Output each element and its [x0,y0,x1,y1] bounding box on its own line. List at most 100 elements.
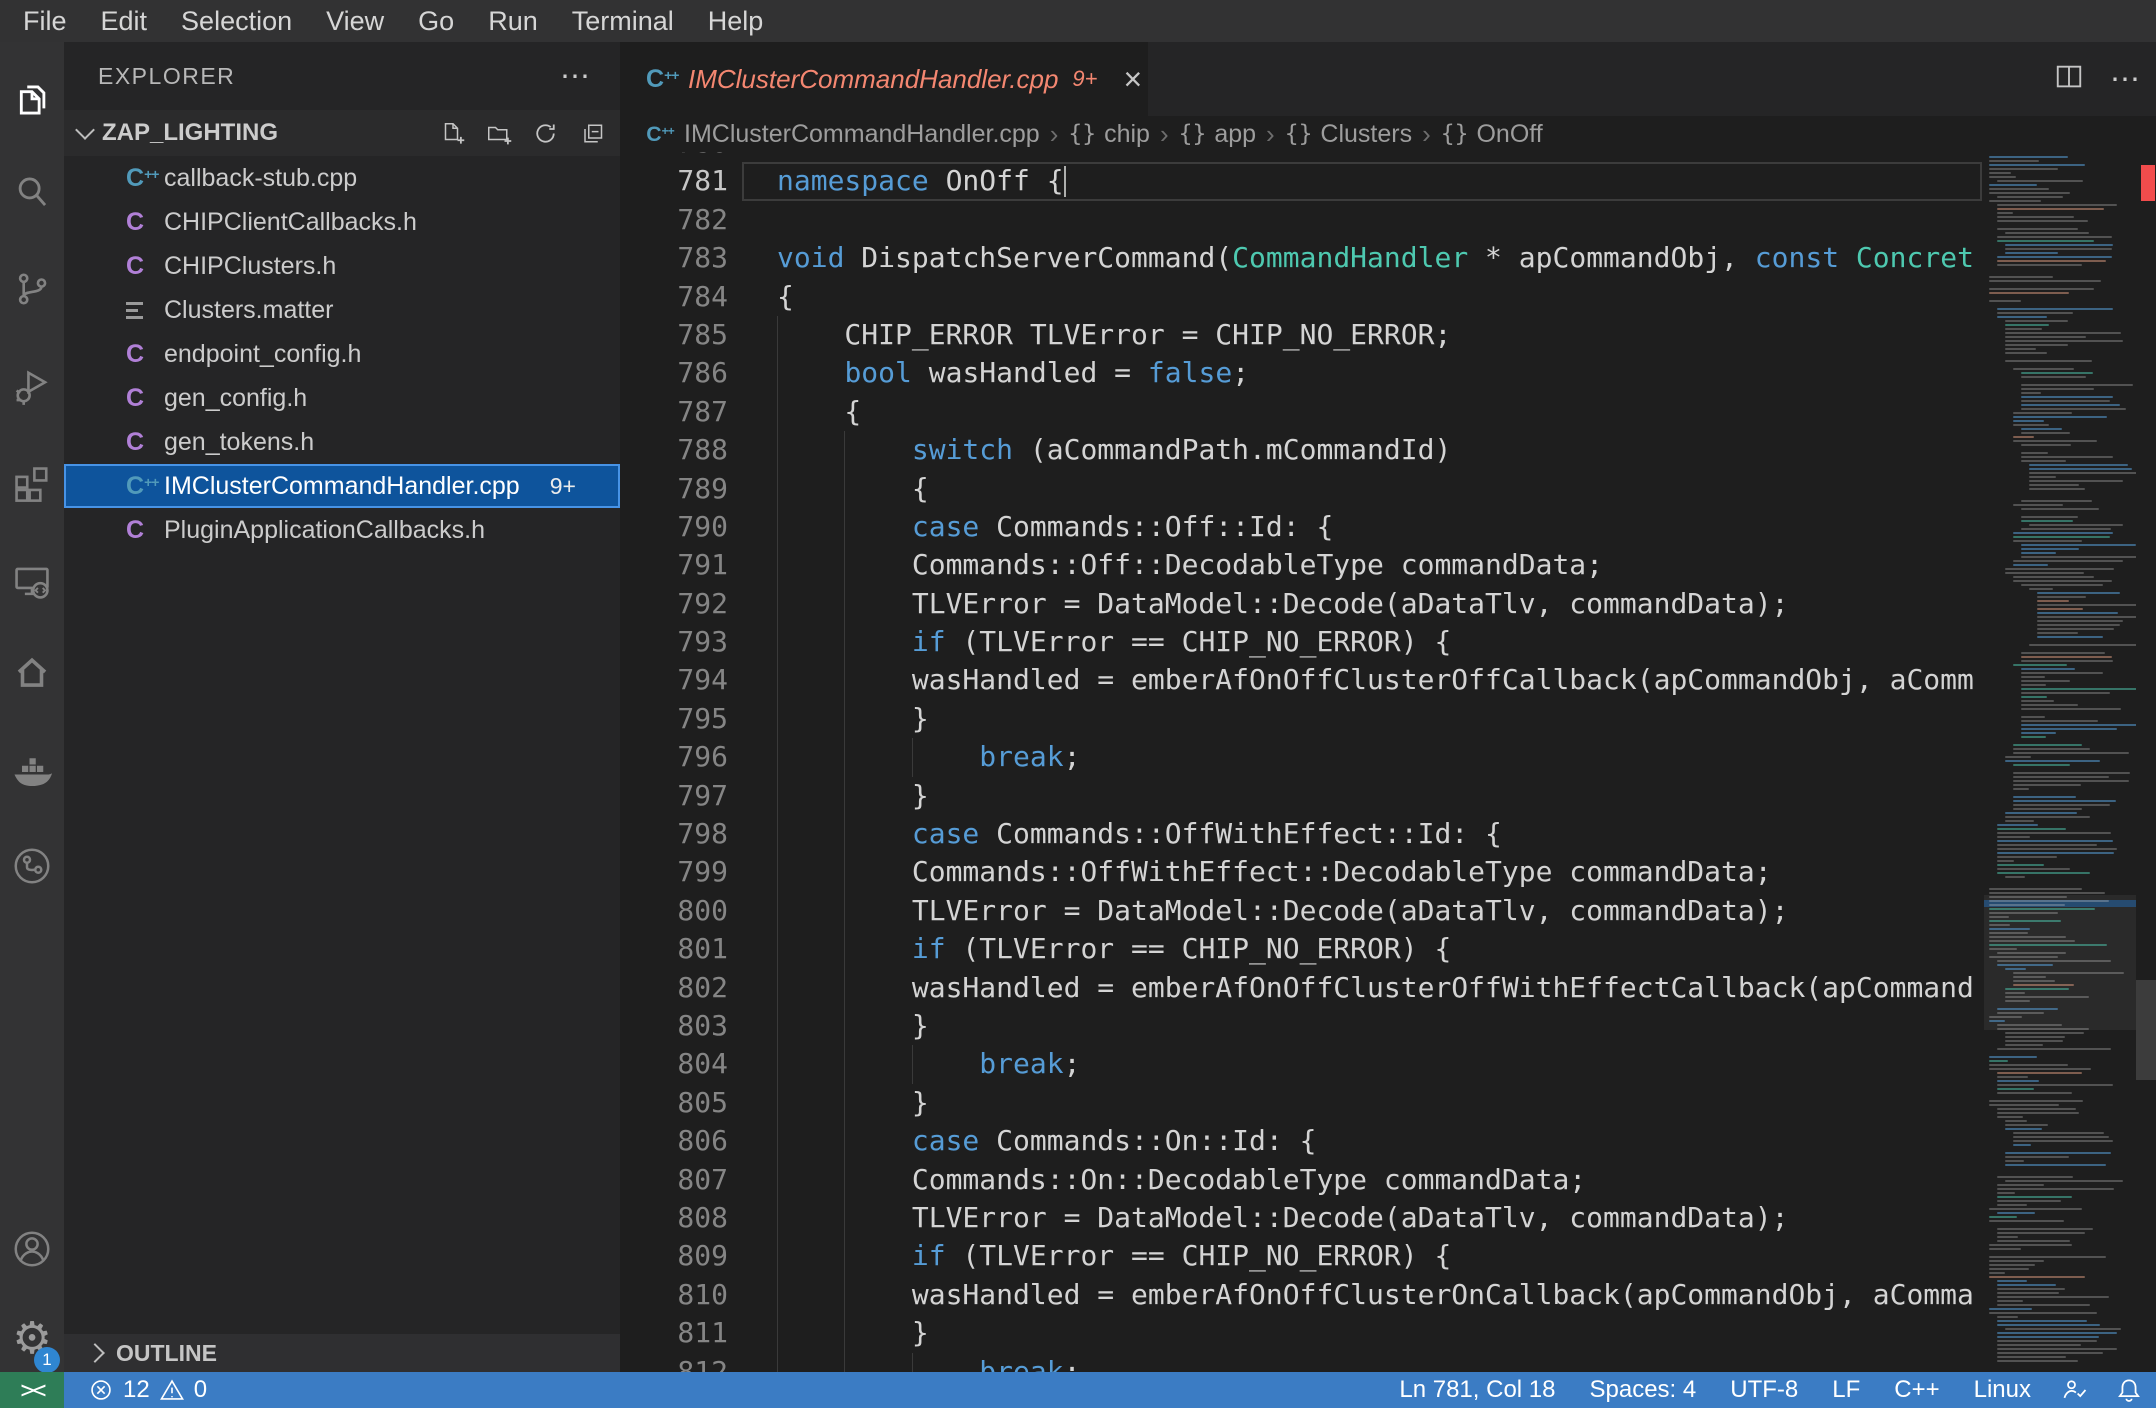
folder-section-header[interactable]: ZAP_LIGHTING [64,110,620,156]
line-content[interactable]: wasHandled = emberAfOnOffClusterOnCallba… [777,1275,2156,1315]
editor-more-actions-icon[interactable]: ⋯ [2110,62,2142,97]
code-line-809[interactable]: 809 if (TLVError == CHIP_NO_ERROR) { [620,1237,2156,1276]
menu-view[interactable]: View [309,0,401,42]
line-content[interactable]: Commands::On::DecodableType commandData; [777,1160,2156,1199]
line-content[interactable]: break; [777,1352,2156,1372]
code-line-796[interactable]: 796 break; [620,738,2156,777]
code-line-787[interactable]: 787 { [620,392,2156,432]
cursor-position[interactable]: Ln 781, Col 18 [1382,1376,1572,1404]
run-debug-icon[interactable] [0,351,64,423]
close-tab-icon[interactable]: × [1124,63,1143,95]
file-row[interactable]: Clusters.matter [64,288,620,332]
line-content[interactable]: { [777,278,2156,316]
code-line-791[interactable]: 791 Commands::Off::DecodableType command… [620,546,2156,585]
code-line-810[interactable]: 810 wasHandled = emberAfOnOffClusterOnCa… [620,1275,2156,1315]
line-number[interactable]: 797 [620,777,728,815]
line-content[interactable]: } [777,1314,2156,1353]
line-content[interactable]: case Commands::OffWithEffect::Id: { [777,815,2156,854]
line-number[interactable]: 811 [620,1314,728,1352]
code-line-806[interactable]: 806 case Commands::On::Id: { [620,1122,2156,1161]
line-number[interactable]: 812 [620,1353,728,1373]
line-number[interactable]: 793 [620,623,728,661]
scrollbar[interactable] [2136,152,2156,1372]
code-line-793[interactable]: 793 if (TLVError == CHIP_NO_ERROR) { [620,623,2156,662]
line-number[interactable]: 780 [620,152,728,162]
source-control-icon[interactable] [0,253,64,325]
line-content[interactable]: if (TLVError == CHIP_NO_ERROR) { [777,930,2156,969]
collapse-all-icon[interactable] [579,120,606,147]
line-content[interactable]: { [777,469,2156,508]
file-row[interactable]: C CHIPClusters.h [64,244,620,288]
code-line-795[interactable]: 795 } [620,699,2156,739]
code-line-782[interactable]: 782 [620,201,2156,239]
feedback-icon[interactable] [2048,1376,2102,1404]
code-line-811[interactable]: 811 } [620,1314,2156,1353]
line-number[interactable]: 788 [620,431,728,469]
line-content[interactable]: } [777,699,2156,739]
code-line-812[interactable]: 812 break; [620,1352,2156,1373]
gitlens-icon[interactable] [0,830,64,902]
code-line-788[interactable]: 788 switch (aCommandPath.mCommandId) [620,431,2156,470]
line-number[interactable]: 799 [620,853,728,891]
code-line-783[interactable]: 783 void DispatchServerCommand(CommandHan… [620,239,2156,277]
eol-sequence[interactable]: LF [1815,1376,1877,1404]
line-number[interactable]: 789 [620,470,728,508]
code-line-785[interactable]: 785 CHIP_ERROR TLVError = CHIP_NO_ERROR; [620,315,2156,355]
line-number[interactable]: 802 [620,969,728,1007]
account-icon[interactable] [0,1213,64,1285]
refresh-icon[interactable] [532,120,559,147]
line-number[interactable]: 782 [620,201,728,239]
line-number[interactable]: 796 [620,738,728,776]
encoding[interactable]: UTF-8 [1713,1376,1815,1404]
line-content[interactable]: } [777,1006,2156,1046]
file-row[interactable]: C PluginApplicationCallbacks.h [64,508,620,552]
menu-help[interactable]: Help [691,0,781,42]
scrollbar-slider[interactable] [2136,980,2156,1080]
line-number[interactable]: 804 [620,1045,728,1083]
line-content[interactable]: if (TLVError == CHIP_NO_ERROR) { [777,623,2156,662]
home-icon[interactable] [0,636,64,708]
line-number[interactable]: 807 [620,1161,728,1199]
line-content[interactable]: case Commands::On::Id: { [777,1122,2156,1161]
line-number[interactable]: 785 [620,316,728,354]
menu-selection[interactable]: Selection [164,0,309,42]
code-line-802[interactable]: 802 wasHandled = emberAfOnOffClusterOffW… [620,968,2156,1007]
code-line-803[interactable]: 803 } [620,1006,2156,1046]
docker-icon[interactable] [0,736,64,808]
line-number[interactable]: 809 [620,1237,728,1275]
split-editor-icon[interactable] [2054,62,2084,97]
line-content[interactable]: void DispatchServerCommand(CommandHandle… [777,239,2156,277]
line-number[interactable]: 810 [620,1276,728,1314]
line-content[interactable]: } [777,1083,2156,1123]
line-content[interactable]: wasHandled = emberAfOnOffClusterOffWithE… [777,968,2156,1007]
line-number[interactable]: 790 [620,508,728,546]
line-number[interactable]: 791 [620,546,728,584]
explorer-icon[interactable] [0,64,64,136]
code-line-799[interactable]: 799 Commands::OffWithEffect::DecodableTy… [620,853,2156,892]
notifications-bell-icon[interactable] [2102,1376,2156,1404]
line-content[interactable]: if (TLVError == CHIP_NO_ERROR) { [777,1237,2156,1276]
tab-imclustercommandhandler[interactable]: C ++ IMClusterCommandHandler.cpp 9+ × [620,42,1148,116]
line-content[interactable]: namespace OnOff { [777,162,2156,200]
remote-indicator[interactable]: >< [0,1372,64,1408]
line-content[interactable]: case Commands::Off::Id: { [777,507,2156,547]
line-number[interactable]: 800 [620,892,728,930]
file-row[interactable]: Cgen_tokens.h [64,420,620,464]
menu-edit[interactable]: Edit [84,0,165,42]
line-number[interactable]: 783 [620,239,728,277]
menu-file[interactable]: File [6,0,84,42]
file-row[interactable]: Cgen_config.h [64,376,620,420]
line-content[interactable]: TLVError = DataModel::Decode(aDataTlv, c… [777,1198,2156,1238]
code-line-805[interactable]: 805 } [620,1083,2156,1123]
line-content[interactable]: TLVError = DataModel::Decode(aDataTlv, c… [777,584,2156,624]
outline-section-header[interactable]: OUTLINE [64,1334,620,1372]
code-line-804[interactable]: 804 break; [620,1045,2156,1084]
line-number[interactable]: 787 [620,393,728,431]
breadcrumb-onoff[interactable]: OnOff [1476,120,1542,149]
line-content[interactable]: TLVError = DataModel::Decode(aDataTlv, c… [777,891,2156,931]
file-row[interactable]: Cendpoint_config.h [64,332,620,376]
code-line-808[interactable]: 808 TLVError = DataModel::Decode(aDataTl… [620,1198,2156,1238]
line-number[interactable]: 808 [620,1199,728,1237]
file-row[interactable]: C ++ callback-stub.cpp [64,156,620,200]
explorer-more-actions-icon[interactable]: ⋯ [560,59,592,94]
